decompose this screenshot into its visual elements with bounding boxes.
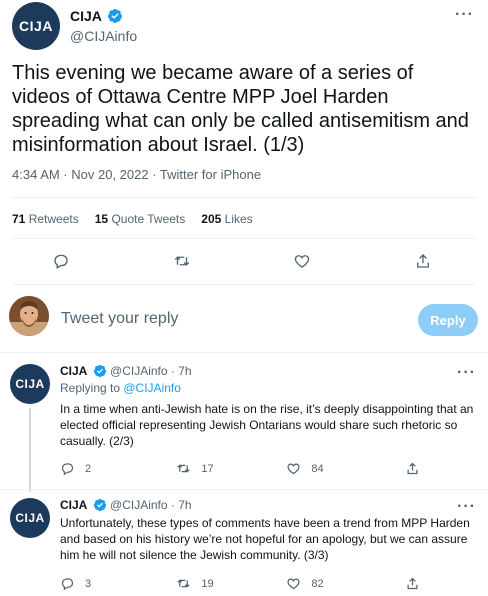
thread-tweet[interactable]: CIJA CIJA @CIJAinfo · 7h ··· Replying to…	[0, 364, 488, 492]
share-action[interactable]	[360, 576, 420, 591]
user-avatar-image	[9, 296, 49, 336]
replying-to: Replying to @CIJAinfo	[60, 381, 181, 395]
reply-icon[interactable]	[52, 252, 70, 270]
tweet-stats: 71 Retweets 15 Quote Tweets 205 Likes	[12, 212, 253, 226]
avatar-text: CIJA	[15, 377, 45, 391]
like-action[interactable]: 84	[250, 461, 360, 476]
tweet-text: This evening we became aware of a series…	[12, 62, 469, 156]
reply-composer: Tweet your reply Reply	[0, 286, 488, 352]
tweet-header: CIJA @CIJAinfo · 7h	[60, 364, 192, 378]
replying-to-link[interactable]: @CIJAinfo	[123, 381, 181, 395]
retweets-label: Retweets	[28, 212, 79, 226]
main-tweet-header: CIJA CIJA @CIJAinfo ···	[12, 2, 476, 50]
tweet-actions: 2 17 84	[60, 461, 420, 476]
reply-icon[interactable]	[60, 461, 75, 476]
thread-connector	[29, 408, 31, 492]
like-action[interactable]: 82	[250, 576, 360, 591]
divider	[0, 352, 488, 353]
verified-badge-icon	[108, 9, 123, 23]
reply-action[interactable]: 2	[60, 461, 140, 476]
author-avatar[interactable]: CIJA	[10, 364, 50, 404]
retweets-count: 71	[12, 212, 26, 226]
user-avatar[interactable]	[9, 296, 49, 336]
reply-input[interactable]: Tweet your reply	[61, 310, 178, 328]
tweet-text: In a time when anti-Jewish hate is on th…	[60, 402, 474, 448]
like-count: 84	[311, 462, 324, 475]
author-name-text[interactable]: CIJA	[70, 8, 101, 24]
reply-count: 2	[85, 462, 92, 475]
author-avatar[interactable]: CIJA	[10, 498, 50, 538]
like-icon[interactable]	[286, 576, 301, 591]
tweet-actions	[52, 252, 432, 272]
author-name[interactable]: CIJA	[60, 498, 87, 512]
avatar-text: CIJA	[19, 18, 53, 34]
tweet-actions: 3 19 82	[60, 576, 420, 591]
quotes-count: 15	[94, 212, 109, 226]
divider	[12, 197, 476, 198]
replying-prefix: Replying to	[60, 381, 124, 395]
divider	[0, 489, 488, 490]
author-handle-time[interactable]: @CIJAinfo · 7h	[110, 498, 192, 512]
more-options-icon[interactable]: ···	[457, 499, 476, 515]
like-count: 82	[311, 577, 324, 590]
verified-badge-icon	[93, 364, 106, 378]
author-avatar[interactable]: CIJA	[12, 2, 60, 50]
tweet-text: Unfortunately, these types of comments h…	[60, 516, 470, 562]
share-icon[interactable]	[414, 252, 432, 270]
retweet-icon[interactable]	[176, 576, 191, 591]
likes-count: 205	[201, 212, 222, 226]
likes-label: Likes	[224, 212, 253, 226]
quotes-stat[interactable]: 15 Quote Tweets	[95, 212, 186, 226]
verified-badge-icon	[93, 498, 106, 512]
more-options-icon[interactable]: ···	[455, 7, 474, 23]
author-handle-time[interactable]: @CIJAinfo · 7h	[110, 364, 192, 378]
likes-stat[interactable]: 205 Likes	[201, 212, 252, 226]
author-name[interactable]: CIJA	[70, 8, 123, 24]
share-icon[interactable]	[405, 576, 420, 591]
tweet-timestamp[interactable]: 4:34 AM · Nov 20, 2022 · Twitter for iPh…	[12, 167, 261, 182]
retweet-action[interactable]: 17	[140, 461, 250, 476]
share-icon[interactable]	[405, 461, 420, 476]
reply-button[interactable]: Reply	[418, 304, 478, 336]
reply-action[interactable]: 3	[60, 576, 140, 591]
avatar-text: CIJA	[15, 511, 45, 525]
retweet-icon[interactable]	[176, 461, 191, 476]
reply-count: 3	[85, 577, 92, 590]
retweet-icon[interactable]	[173, 252, 191, 270]
divider	[12, 238, 476, 239]
retweet-count: 19	[201, 577, 214, 590]
retweet-action[interactable]: 19	[140, 576, 250, 591]
share-action[interactable]	[360, 461, 420, 476]
like-icon[interactable]	[293, 252, 311, 270]
reply-icon[interactable]	[60, 576, 75, 591]
author-handle[interactable]: @CIJAinfo	[70, 28, 137, 44]
tweet-header: CIJA @CIJAinfo · 7h	[60, 498, 192, 512]
thread-tweet[interactable]: CIJA CIJA @CIJAinfo · 7h ··· Unfortunate…	[0, 498, 488, 596]
retweets-stat[interactable]: 71 Retweets	[12, 212, 79, 226]
like-icon[interactable]	[286, 461, 301, 476]
retweet-count: 17	[201, 462, 214, 475]
author-name[interactable]: CIJA	[60, 364, 87, 378]
more-options-icon[interactable]: ···	[457, 365, 476, 381]
quotes-label: Quote Tweets	[111, 212, 186, 226]
divider	[12, 284, 476, 285]
